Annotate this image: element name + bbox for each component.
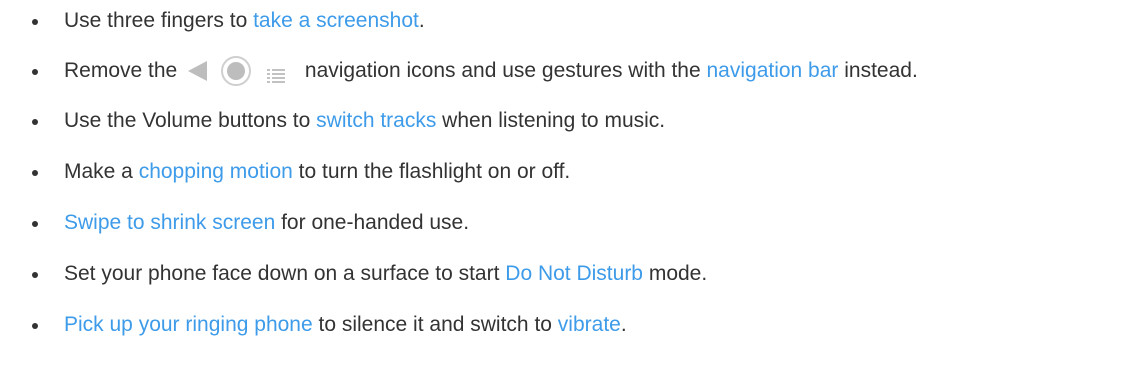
pick-up-ringing-phone-link[interactable]: Pick up your ringing phone — [64, 313, 313, 336]
chopping-motion-link[interactable]: chopping motion — [139, 160, 293, 183]
list-item-text: Remove the navigation icons and use gest… — [64, 56, 918, 86]
take-screenshot-link[interactable]: take a screenshot — [253, 9, 419, 32]
bullet — [32, 170, 38, 176]
text-segment: to turn the flashlight on or off. — [292, 160, 571, 183]
navigation-icons — [183, 56, 299, 86]
text-segment: . — [620, 313, 627, 336]
list-item-text: Pick up your ringing phone to silence it… — [64, 310, 627, 340]
list-item-text: Swipe to shrink screen for one-handed us… — [64, 208, 469, 238]
bullet — [32, 19, 38, 25]
vibrate-link[interactable]: vibrate — [558, 313, 621, 336]
text-segment: instead. — [838, 59, 918, 82]
text-segment: Use the Volume buttons to — [64, 109, 317, 132]
switch-tracks-link[interactable]: switch tracks — [316, 109, 436, 132]
bullet — [32, 323, 38, 329]
do-not-disturb-link[interactable]: Do Not Disturb — [505, 262, 643, 285]
swipe-to-shrink-screen-link[interactable]: Swipe to shrink screen — [64, 211, 275, 234]
text-segment: . — [418, 9, 425, 32]
back-triangle-icon — [188, 61, 208, 81]
home-circle-inner — [227, 62, 246, 80]
navigation-icons-graphic — [188, 56, 286, 86]
text-segment: Remove the — [64, 59, 184, 82]
text-segment: navigation icons and use gestures with t… — [299, 59, 707, 82]
bullet — [32, 69, 38, 75]
list-item-text: Make a chopping motion to turn the flash… — [64, 157, 570, 187]
list-item-text: Use three fingers to take a screenshot. — [64, 6, 425, 36]
text-segment: mode. — [643, 262, 708, 285]
bullet — [32, 221, 38, 227]
text-segment: when listening to music. — [436, 109, 666, 132]
text-segment: to silence it and switch to — [312, 313, 558, 336]
text-segment: for one-handed use. — [275, 211, 470, 234]
list-item-text: Set your phone face down on a surface to… — [64, 259, 707, 289]
text-segment: Make a — [64, 160, 139, 183]
text-segment: Set your phone face down on a surface to… — [64, 262, 506, 285]
recents-lines-icon — [267, 69, 286, 83]
text-segment: Use three fingers to — [64, 9, 254, 32]
navigation-bar-link[interactable]: navigation bar — [706, 59, 838, 82]
bullet — [32, 119, 38, 125]
bullet — [32, 272, 38, 278]
list-item-text: Use the Volume buttons to switch tracks … — [64, 106, 665, 136]
